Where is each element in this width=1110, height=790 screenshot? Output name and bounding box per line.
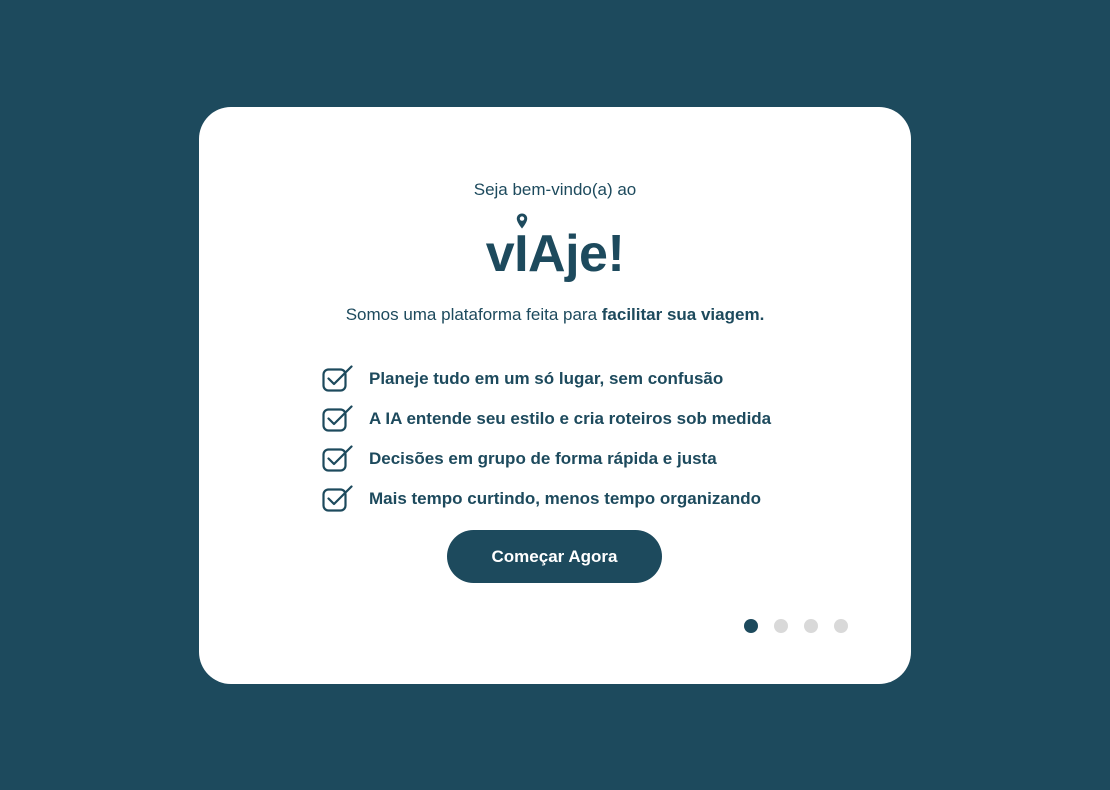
- checkbox-checked-icon: [322, 485, 353, 512]
- welcome-text: Seja bem-vindo(a) ao: [473, 180, 637, 199]
- feature-item: Planeje tudo em um só lugar, sem confusã…: [322, 359, 771, 399]
- feature-item: Decisões em grupo de forma rápida e just…: [322, 439, 771, 479]
- pagination-dots: [744, 619, 848, 633]
- checkbox-checked-icon: [322, 365, 353, 392]
- pagination-dot-1[interactable]: [744, 619, 758, 633]
- tagline: Somos uma plataforma feita para facilita…: [199, 305, 911, 325]
- pagination-dot-4[interactable]: [834, 619, 848, 633]
- feature-item: Mais tempo curtindo, menos tempo organiz…: [322, 479, 771, 519]
- location-pin-icon: [516, 213, 527, 229]
- onboarding-card: Seja bem-vindo(a) ao vIAje! Somos uma pl…: [199, 107, 911, 684]
- feature-list: Planeje tudo em um só lugar, sem confusã…: [322, 359, 771, 519]
- feature-item: A IA entende seu estilo e cria roteiros …: [322, 399, 771, 439]
- app-logo: vIAje!: [199, 213, 911, 284]
- start-now-button[interactable]: Começar Agora: [447, 530, 662, 583]
- pagination-dot-3[interactable]: [804, 619, 818, 633]
- pagination-dot-2[interactable]: [774, 619, 788, 633]
- checkbox-checked-icon: [322, 445, 353, 472]
- tagline-prefix: Somos uma plataforma feita para: [345, 305, 602, 324]
- checkbox-checked-icon: [322, 405, 353, 432]
- feature-label: Mais tempo curtindo, menos tempo organiz…: [369, 489, 761, 508]
- tagline-emphasis: facilitar sua viagem.: [601, 305, 765, 324]
- feature-label: Decisões em grupo de forma rápida e just…: [369, 449, 717, 468]
- logo-text: vIAje!: [485, 225, 625, 283]
- feature-label: Planeje tudo em um só lugar, sem confusã…: [369, 369, 724, 388]
- feature-label: A IA entende seu estilo e cria roteiros …: [369, 409, 772, 428]
